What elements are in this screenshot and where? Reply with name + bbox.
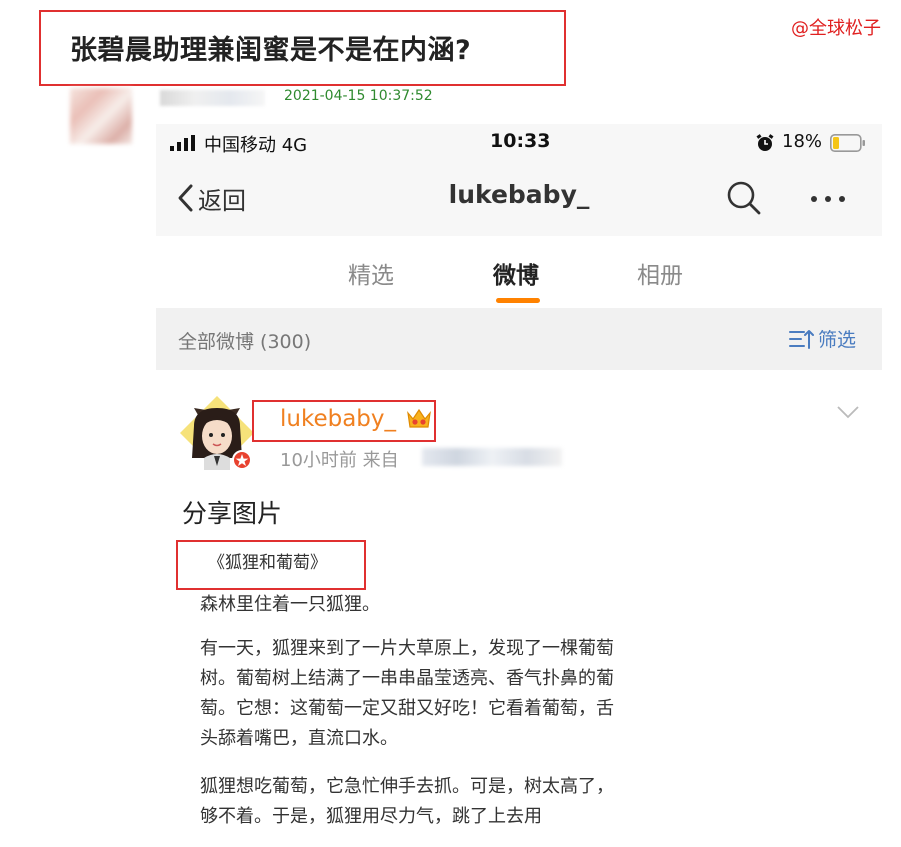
signal-icon (170, 135, 195, 151)
username-highlight-box (252, 400, 436, 442)
phone-screenshot: 中国移动 4G 10:33 18% 返回 lukebaby_ 精选 微博 相册 … (156, 124, 882, 847)
source-blurred (422, 448, 562, 466)
story-paragraph: 森林里住着一只狐狸。 (200, 594, 380, 615)
filter-button[interactable]: 筛选 (788, 325, 856, 352)
filter-icon (789, 329, 814, 349)
avatar[interactable] (180, 396, 254, 470)
post-title: 张碧晨助理兼闺蜜是不是在内涵? (70, 35, 472, 66)
post-timestamp: 2021-04-15 10:37:52 (284, 88, 433, 104)
active-tab-indicator (496, 298, 540, 303)
carrier-label: 中国移动 4G (204, 135, 308, 156)
alarm-icon (756, 134, 774, 151)
weibo-count-label: 全部微博 (300) (178, 331, 312, 353)
poster-avatar-blurred (70, 88, 132, 144)
tab-weibo[interactable]: 微博 (493, 256, 539, 290)
status-time: 10:33 (490, 130, 551, 152)
post-meta: 10小时前 来自 (280, 450, 399, 471)
story-paragraph: 狐狸想吃葡萄，它急忙伸手去抓。可是，树太高了，够不着。于是，狐狸用尽力气，跳了上… (200, 776, 614, 827)
filter-label: 筛选 (818, 329, 857, 351)
profile-title: lukebaby_ (448, 180, 590, 209)
filter-bar: 全部微博 (300) 筛选 (156, 308, 882, 370)
tab-featured[interactable]: 精选 (348, 256, 394, 290)
nav-bar: 返回 lukebaby_ (156, 162, 882, 236)
post-heading: 分享图片 (182, 499, 283, 528)
poster-name-blurred (160, 90, 265, 106)
story-paragraph: 有一天，狐狸来到了一片大草原上，发现了一棵葡萄树。葡萄树上结满了一串串晶莹透亮、… (200, 638, 614, 749)
status-bar: 中国移动 4G 10:33 18% (156, 124, 882, 162)
battery-percent: 18% (782, 131, 823, 152)
more-icon[interactable] (804, 184, 852, 214)
weibo-feed: lukebaby_ 10小时前 来自 分享图片 《狐狸和葡萄》 森林里住着一只狐… (156, 370, 882, 847)
tab-album[interactable]: 相册 (637, 256, 683, 290)
battery-icon (830, 134, 865, 152)
watermark: @全球松子 (791, 18, 881, 39)
story-title-highlight-box (176, 540, 366, 590)
search-icon[interactable] (724, 178, 764, 218)
profile-tabs: 精选 微博 相册 (156, 236, 882, 308)
chevron-down-icon[interactable] (836, 404, 860, 420)
